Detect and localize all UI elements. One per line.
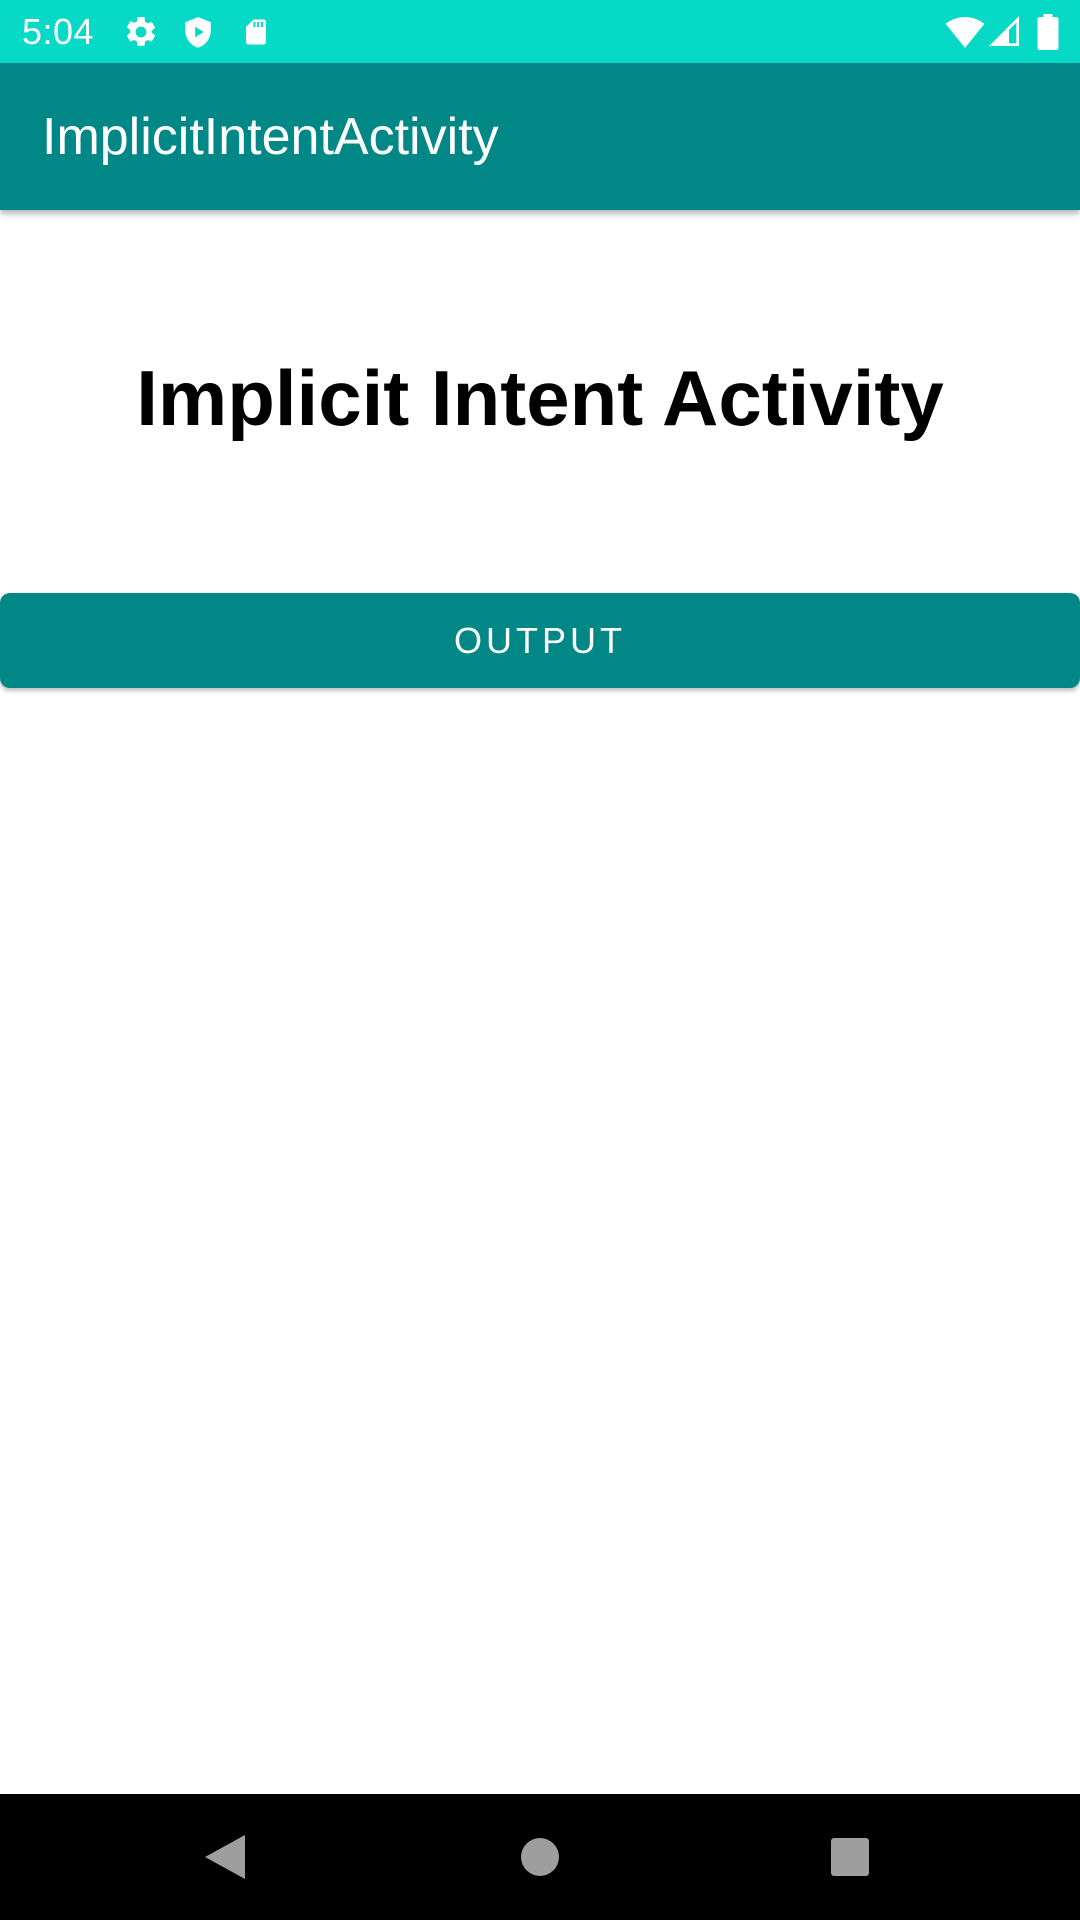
navigation-bar (0, 1794, 1080, 1920)
page-heading: Implicit Intent Activity (136, 354, 944, 442)
cell-signal-icon (986, 0, 1024, 63)
output-button[interactable]: OUTPUT (0, 593, 1080, 688)
status-bar: 5:04 (0, 0, 1080, 63)
settings-icon (120, 0, 162, 63)
home-icon[interactable] (460, 1794, 620, 1920)
app-bar: ImplicitIntentActivity (0, 63, 1080, 210)
app-bar-title: ImplicitIntentActivity (42, 108, 499, 166)
sd-card-icon (236, 0, 276, 63)
status-time: 5:04 (22, 11, 95, 52)
play-protect-icon (178, 0, 218, 63)
battery-icon (1034, 0, 1062, 63)
back-icon[interactable] (145, 1794, 305, 1920)
wifi-icon (942, 0, 988, 63)
recents-icon[interactable] (770, 1794, 930, 1920)
